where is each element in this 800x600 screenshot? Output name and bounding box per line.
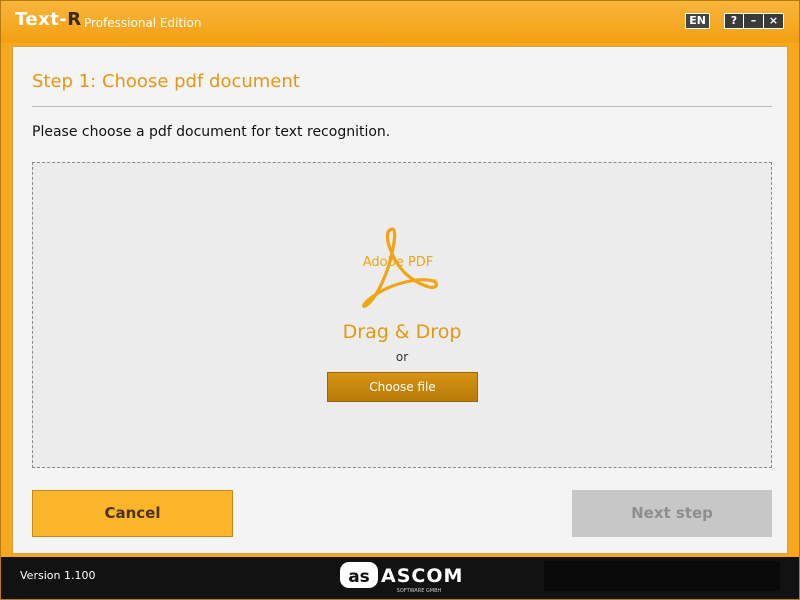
drag-drop-label: Drag & Drop	[342, 321, 462, 343]
help-button[interactable]: ?	[724, 13, 744, 29]
drop-zone[interactable]: Adobe PDF ® Drag & Drop or Choose file	[32, 162, 772, 468]
svg-text:as: as	[348, 567, 370, 587]
close-button[interactable]: ×	[764, 13, 784, 29]
footer-bar: Version 1.100 as ascomp SOFTWARE GMBH	[1, 557, 799, 599]
window-controls: EN ? – ×	[685, 13, 784, 29]
footer-status-area	[544, 561, 780, 591]
ascomp-logo: as ascomp SOFTWARE GMBH	[340, 562, 464, 594]
svg-text:®: ®	[433, 278, 438, 285]
title-bar[interactable]: Text-R Professional Edition EN ? – ×	[1, 1, 799, 43]
step-title: Step 1: Choose pdf document	[32, 71, 300, 92]
svg-text:Adobe PDF: Adobe PDF	[363, 255, 434, 270]
version-label: Version 1.100	[20, 569, 96, 582]
svg-text:ascomp: ascomp	[381, 565, 464, 587]
svg-text:SOFTWARE GMBH: SOFTWARE GMBH	[397, 588, 442, 594]
choose-file-button[interactable]: Choose file	[327, 372, 478, 402]
edition-label: Professional Edition	[84, 16, 202, 30]
instruction-text: Please choose a pdf document for text re…	[32, 124, 391, 140]
language-button[interactable]: EN	[685, 13, 710, 29]
cancel-button[interactable]: Cancel	[32, 490, 233, 537]
next-step-button[interactable]: Next step	[572, 490, 772, 537]
app-window: Text-R Professional Edition EN ? – × Ste…	[0, 0, 800, 600]
app-name: Text-R	[15, 9, 82, 30]
content-panel: Step 1: Choose pdf document Please choos…	[12, 46, 788, 554]
adobe-pdf-icon: Adobe PDF ®	[362, 227, 439, 308]
minimize-button[interactable]: –	[744, 13, 764, 29]
or-label: or	[395, 350, 409, 364]
title-divider	[32, 106, 772, 107]
